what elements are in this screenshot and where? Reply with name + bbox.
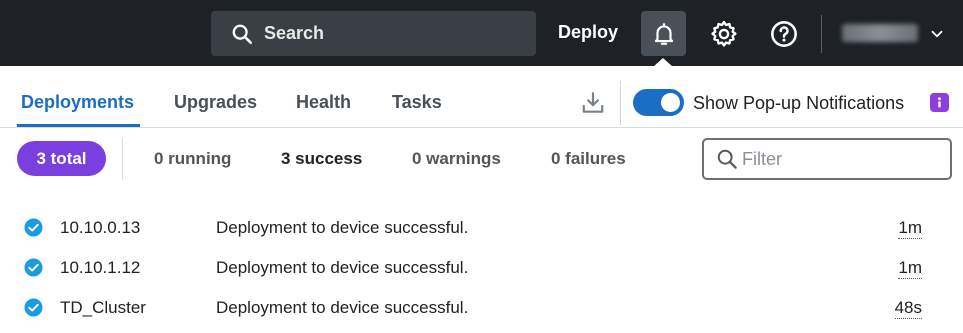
user-menu-name[interactable] bbox=[842, 24, 918, 42]
device-name: TD_Cluster bbox=[60, 298, 146, 317]
help-icon bbox=[771, 21, 797, 47]
deployment-message: Deployment to device successful. bbox=[216, 298, 469, 317]
success-check-icon bbox=[24, 218, 43, 237]
filter-input[interactable] bbox=[742, 148, 942, 170]
tabs-divider bbox=[620, 81, 621, 125]
gear-icon bbox=[711, 20, 737, 47]
device-name: 10.10.1.12 bbox=[60, 258, 141, 277]
running-count-filter[interactable]: 0 running bbox=[154, 149, 231, 169]
topbar-divider bbox=[821, 15, 822, 53]
settings-button[interactable] bbox=[705, 15, 743, 53]
tab-health[interactable]: Health bbox=[296, 92, 351, 113]
list-item: 10.10.0.13 Deployment to device successf… bbox=[0, 208, 963, 248]
deployment-message: Deployment to device successful. bbox=[216, 218, 469, 237]
filter-field[interactable] bbox=[702, 138, 952, 180]
success-count-filter[interactable]: 3 success bbox=[281, 149, 362, 169]
deployment-time[interactable]: 48s bbox=[894, 298, 922, 319]
success-check-icon bbox=[24, 258, 43, 277]
active-tab-indicator bbox=[17, 124, 140, 127]
deployment-time[interactable]: 1m bbox=[898, 258, 922, 279]
tab-deployments[interactable]: Deployments bbox=[21, 92, 134, 113]
failures-count-filter[interactable]: 0 failures bbox=[551, 149, 626, 169]
success-check-icon bbox=[24, 298, 43, 317]
info-glyph bbox=[938, 97, 941, 108]
search-icon bbox=[717, 149, 737, 169]
help-button[interactable] bbox=[765, 15, 803, 53]
filter-divider bbox=[122, 138, 123, 180]
search-icon bbox=[232, 24, 252, 44]
search-label: Search bbox=[264, 23, 325, 43]
warnings-count-filter[interactable]: 0 warnings bbox=[412, 149, 501, 169]
list-item: 10.10.1.12 Deployment to device successf… bbox=[0, 248, 963, 288]
chevron-down-icon[interactable] bbox=[928, 25, 946, 43]
global-search-button[interactable]: Search bbox=[211, 11, 536, 56]
list-item: TD_Cluster Deployment to device successf… bbox=[0, 288, 963, 328]
popup-notifications-label: Show Pop-up Notifications bbox=[693, 93, 905, 113]
deployment-message: Deployment to device successful. bbox=[216, 258, 469, 277]
bell-icon bbox=[654, 22, 673, 45]
device-name: 10.10.0.13 bbox=[60, 218, 141, 237]
deployment-time[interactable]: 1m bbox=[898, 218, 922, 239]
popup-notifications-toggle[interactable] bbox=[633, 89, 684, 116]
info-icon[interactable] bbox=[930, 93, 949, 112]
tab-tasks[interactable]: Tasks bbox=[392, 92, 442, 113]
notifications-button[interactable] bbox=[641, 11, 686, 56]
deploy-button[interactable]: Deploy bbox=[558, 22, 618, 43]
download-icon[interactable] bbox=[580, 90, 606, 116]
toggle-knob bbox=[661, 93, 680, 112]
tab-upgrades[interactable]: Upgrades bbox=[174, 92, 257, 113]
total-count-filter[interactable]: 3 total bbox=[17, 141, 106, 176]
top-navigation-bar: Search Deploy bbox=[0, 0, 963, 67]
